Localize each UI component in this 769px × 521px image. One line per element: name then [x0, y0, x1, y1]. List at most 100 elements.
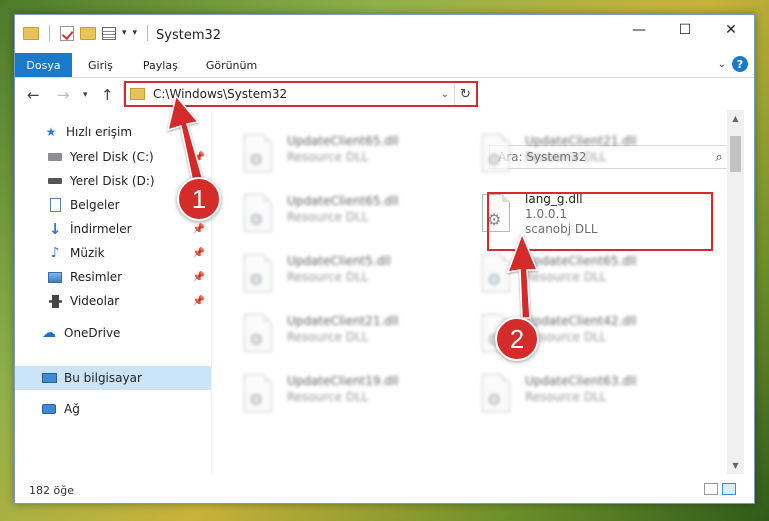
- pin-icon: 📌: [192, 151, 205, 163]
- ribbon-right-controls: ⌄ ?: [718, 56, 748, 72]
- folder-icon: [23, 26, 39, 40]
- file-name: UpdateClient65.dll: [287, 134, 399, 148]
- file-description: Resource DLL: [287, 330, 369, 344]
- file-name: UpdateClient65.dll: [525, 254, 637, 268]
- list-item[interactable]: ⚙ UpdateClient65.dll Resource DLL: [239, 190, 469, 244]
- cloud-icon: ☁: [42, 325, 56, 341]
- file-description: Resource DLL: [287, 390, 369, 404]
- scroll-down-icon[interactable]: ▼: [727, 457, 744, 474]
- file-name: UpdateClient63.dll: [525, 374, 637, 388]
- sidebar-item-this-pc[interactable]: Bu bilgisayar: [15, 366, 211, 390]
- file-description: Resource DLL: [287, 210, 369, 224]
- expand-ribbon-icon[interactable]: ⌄: [718, 59, 726, 70]
- drive-icon: [47, 150, 63, 164]
- pictures-icon: [47, 270, 63, 284]
- forward-arrow-icon[interactable]: →: [57, 86, 70, 104]
- toolbar-overflow-icon[interactable]: ▾: [133, 28, 138, 38]
- file-list: ⚙ UpdateClient65.dll Resource DLL ⚙ Updat…: [219, 110, 727, 474]
- scroll-up-icon[interactable]: ▲: [727, 110, 744, 127]
- dll-file-icon: ⚙: [239, 134, 279, 180]
- sidebar-item-music[interactable]: ♪ Müzik 📌: [15, 241, 211, 265]
- dll-file-icon: ⚙: [239, 374, 279, 420]
- sidebar-item-label: Müzik: [70, 246, 105, 260]
- sidebar-item-quick-access[interactable]: ★ Hızlı erişim: [15, 120, 211, 144]
- details-view-icon[interactable]: [704, 483, 718, 495]
- network-icon: [41, 402, 57, 416]
- customize-dropdown-icon[interactable]: ▾: [122, 28, 127, 38]
- back-arrow-icon[interactable]: ←: [27, 86, 40, 104]
- toolbar-divider: [147, 25, 149, 41]
- dll-file-icon: ⚙: [477, 374, 517, 420]
- sidebar-item-label: İndirmeler: [70, 222, 132, 236]
- list-item[interactable]: ⚙ UpdateClient21.dll Resource DLL: [239, 310, 469, 364]
- recent-locations-icon[interactable]: ▾: [83, 90, 88, 100]
- file-name: UpdateClient19.dll: [287, 374, 399, 388]
- ribbon-tabs: Dosya Giriş Paylaş Görünüm: [15, 53, 754, 77]
- tab-share[interactable]: Paylaş: [125, 53, 190, 77]
- file-highlight-box: [487, 192, 713, 251]
- address-highlight-box: [124, 81, 478, 107]
- explorer-window: ▾ ▾ System32 — ☐ ✕ Dosya Giriş Paylaş Gö…: [14, 14, 755, 504]
- file-name: UpdateClient42.dll: [525, 314, 637, 328]
- pane-divider: [211, 110, 212, 474]
- sidebar-item-label: Bu bilgisayar: [64, 371, 142, 385]
- properties-check-icon[interactable]: [60, 25, 74, 41]
- file-name: UpdateClient5.dll: [287, 254, 391, 268]
- quick-access-toolbar: ▾ ▾: [23, 25, 152, 41]
- list-item[interactable]: ⚙ UpdateClient19.dll Resource DLL: [239, 370, 469, 424]
- scroll-thumb[interactable]: [730, 136, 741, 172]
- sidebar-item-onedrive[interactable]: ☁ OneDrive: [15, 321, 211, 345]
- sidebar-item-label: Yerel Disk (D:): [70, 174, 155, 188]
- sidebar-item-network[interactable]: Ağ: [15, 397, 211, 421]
- sidebar-item-pictures[interactable]: Resimler 📌: [15, 265, 211, 289]
- star-icon: ★: [45, 125, 57, 139]
- sidebar-item-local-disk-c[interactable]: Yerel Disk (C:) 📌: [15, 145, 211, 169]
- list-item[interactable]: ⚙ UpdateClient65.dll Resource DLL: [477, 250, 707, 304]
- list-item[interactable]: ⚙ UpdateClient63.dll Resource DLL: [477, 370, 707, 424]
- properties-icon[interactable]: [102, 26, 116, 40]
- window-title: System32: [156, 28, 222, 43]
- sidebar-item-label: Belgeler: [70, 198, 120, 212]
- close-button[interactable]: ✕: [708, 15, 754, 45]
- dll-file-icon: ⚙: [239, 254, 279, 300]
- file-description: Resource DLL: [525, 390, 607, 404]
- tab-view[interactable]: Görünüm: [190, 53, 269, 77]
- pin-icon: 📌: [192, 223, 205, 235]
- window-controls: — ☐ ✕: [616, 15, 754, 45]
- maximize-button[interactable]: ☐: [662, 15, 708, 45]
- help-icon[interactable]: ?: [732, 56, 748, 72]
- sidebar-item-label: Videolar: [70, 294, 120, 308]
- sidebar-item-label: Yerel Disk (C:): [70, 150, 154, 164]
- dll-file-icon: ⚙: [239, 194, 279, 240]
- status-bar: 182 öğe: [15, 477, 754, 503]
- step-1-badge: 1: [177, 177, 221, 221]
- tab-file[interactable]: Dosya: [15, 53, 72, 77]
- navigation-pane: ★ Hızlı erişim Yerel Disk (C:) 📌 Yerel D…: [15, 115, 211, 473]
- file-description: Resource DLL: [525, 330, 607, 344]
- file-description: Resource DLL: [287, 150, 369, 164]
- sidebar-item-label: Resimler: [70, 270, 123, 284]
- tiles-view-icon[interactable]: [722, 483, 736, 495]
- sidebar-item-downloads[interactable]: ↓ İndirmeler 📌: [15, 217, 211, 241]
- file-description: Resource DLL: [287, 270, 369, 284]
- vertical-scrollbar[interactable]: ▲ ▼: [727, 110, 744, 474]
- toolbar-divider: [49, 25, 50, 41]
- step-2-badge: 2: [495, 317, 539, 361]
- title-bar: ▾ ▾ System32 — ☐ ✕: [15, 15, 754, 53]
- list-item[interactable]: ⚙ UpdateClient65.dll Resource DLL: [239, 130, 469, 184]
- computer-icon: [41, 371, 57, 385]
- up-arrow-icon[interactable]: ↑: [101, 86, 114, 104]
- pin-icon: 📌: [192, 271, 205, 283]
- sidebar-item-videos[interactable]: Videolar 📌: [15, 289, 211, 313]
- download-icon: ↓: [48, 220, 62, 238]
- pin-icon: 📌: [192, 247, 205, 259]
- list-item[interactable]: ⚙ UpdateClient5.dll Resource DLL: [239, 250, 469, 304]
- dll-file-icon: ⚙: [239, 314, 279, 360]
- tab-home[interactable]: Giriş: [72, 53, 125, 77]
- new-folder-icon[interactable]: [80, 26, 96, 40]
- minimize-button[interactable]: —: [616, 15, 662, 45]
- list-item[interactable]: ⚙ UpdateClient21.dll Resource DLL: [477, 130, 707, 184]
- file-name: UpdateClient65.dll: [287, 194, 399, 208]
- dll-file-icon: ⚙: [477, 254, 517, 300]
- sidebar-item-label: OneDrive: [64, 326, 121, 340]
